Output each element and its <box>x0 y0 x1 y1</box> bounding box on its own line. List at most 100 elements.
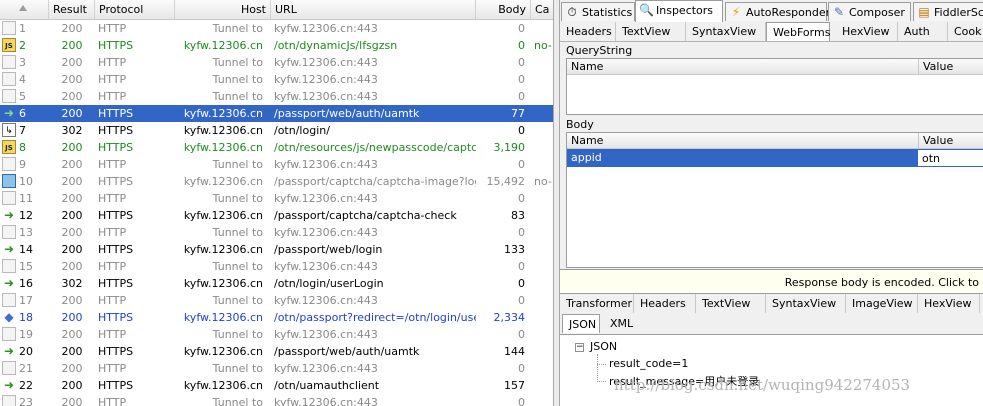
body-title: Body <box>566 118 594 131</box>
session-url: /otn/login/ <box>274 124 330 137</box>
body-col-value[interactable]: Value <box>919 133 983 149</box>
session-row[interactable]: ➜ 22 200 HTTPS kyfw.12306.cn/otn/uamauthclie… <box>0 377 553 394</box>
column-header-host[interactable]: Host <box>175 0 271 19</box>
session-host: Tunnel to <box>212 260 263 273</box>
tab-composer[interactable]: ✎ Composer <box>828 2 911 21</box>
session-row[interactable]: 11 200 HTTP Tunnel to kyfw.12306.cn:443 0 <box>0 190 553 207</box>
request-tab-webforms[interactable]: WebForms <box>766 22 830 41</box>
column-header-result[interactable]: Result <box>49 0 95 19</box>
session-protocol: HTTPS <box>98 175 134 188</box>
session-row[interactable]: 4 200 HTTP Tunnel to kyfw.12306.cn:443 0 <box>0 71 553 88</box>
session-caching <box>531 394 553 406</box>
session-row[interactable]: ➜ 12 200 HTTPS kyfw.12306.cn/passport/captch… <box>0 207 553 224</box>
request-tab-hexview[interactable]: HexView <box>836 22 898 41</box>
session-row[interactable]: ➜ 14 200 HTTPS kyfw.12306.cn/passport/web/lo… <box>0 241 553 258</box>
tab-statistics[interactable]: ⏱ Statistics <box>561 2 635 21</box>
request-tab-auth[interactable]: Auth <box>898 22 948 41</box>
session-protocol: HTTP <box>98 226 127 239</box>
response-tab-transformer[interactable]: Transformer <box>560 294 634 313</box>
tab-fiddlerscript[interactable]: ▤ FiddlerSc <box>913 2 983 21</box>
session-body-size: 0 <box>518 192 525 205</box>
session-result: 200 <box>61 107 83 120</box>
response-tab-textview[interactable]: TextView <box>696 294 766 313</box>
session-result: 200 <box>61 209 83 222</box>
querystring-grid[interactable]: Name Value <box>566 58 983 115</box>
response-tab-headers[interactable]: Headers <box>634 294 696 313</box>
session-row[interactable]: JS 2 200 HTTPS kyfw.12306.cn/otn/dynamicJs/l… <box>0 37 553 54</box>
response-tab-syntaxview[interactable]: SyntaxView <box>766 294 846 313</box>
session-protocol: HTTP <box>98 362 127 375</box>
body-row-value[interactable]: otn <box>917 149 983 167</box>
response-subtab-xml[interactable]: XML <box>604 314 644 333</box>
session-row[interactable]: 10 200 HTTPS kyfw.12306.cn/passport/captcha… <box>0 173 553 190</box>
session-protocol: HTTPS <box>98 277 134 290</box>
session-protocol: HTTP <box>98 158 127 171</box>
session-host: kyfw.12306.cn <box>183 345 263 358</box>
body-col-name[interactable]: Name <box>567 133 919 149</box>
session-row[interactable]: ➜ 20 200 HTTPS kyfw.12306.cn/passport/web/au… <box>0 343 553 360</box>
session-row[interactable]: 3 200 HTTP Tunnel to kyfw.12306.cn:443 0 <box>0 54 553 71</box>
session-row[interactable]: 1 200 HTTP Tunnel to kyfw.12306.cn:443 0 <box>0 20 553 37</box>
collapse-icon[interactable]: − <box>575 343 584 352</box>
column-header-protocol[interactable]: Protocol <box>95 0 175 19</box>
column-header-url[interactable]: URL <box>271 0 476 19</box>
session-row[interactable]: 9 200 HTTP Tunnel to kyfw.12306.cn:443 0 <box>0 156 553 173</box>
session-caching <box>531 309 553 326</box>
session-body-size: 0 <box>518 56 525 69</box>
session-row[interactable]: 19 200 HTTP Tunnel to kyfw.12306.cn:443 0 <box>0 326 553 343</box>
json-root[interactable]: JSON <box>590 340 617 353</box>
session-body-size: 0 <box>518 73 525 86</box>
session-number: 11 <box>19 192 33 205</box>
session-row[interactable]: ◆ 18 200 HTTPS kyfw.12306.cn/otn/passport?re… <box>0 309 553 326</box>
session-host: kyfw.12306.cn <box>183 243 263 256</box>
tab-autoresponder[interactable]: ⚡ AutoResponder <box>725 2 830 21</box>
session-row[interactable]: ➜ 16 302 HTTPS kyfw.12306.cn/otn/login/userL… <box>0 275 553 292</box>
column-header-number[interactable] <box>0 0 49 19</box>
session-result: 200 <box>61 39 83 52</box>
session-row[interactable]: ↳ 7 302 HTTPS kyfw.12306.cn/otn/login/0 <box>0 122 553 139</box>
session-row[interactable]: 23 200 HTTP Tunnel to kyfw.12306.cn:443 0 <box>0 394 553 406</box>
request-tab-headers[interactable]: Headers <box>560 22 616 41</box>
session-result: 200 <box>61 311 83 324</box>
querystring-col-value[interactable]: Value <box>919 59 983 75</box>
session-result: 200 <box>61 362 83 375</box>
splitter[interactable] <box>553 0 560 406</box>
session-list[interactable]: Result Protocol Host URL Body Ca 1 200 HTT… <box>0 0 553 406</box>
session-row[interactable]: 17 200 HTTP Tunnel to kyfw.12306.cn:443 0 <box>0 292 553 309</box>
session-caching: no- <box>534 39 552 52</box>
querystring-col-name[interactable]: Name <box>567 59 919 75</box>
session-caching <box>531 377 553 394</box>
session-protocol: HTTP <box>98 396 127 406</box>
response-tab-imageview[interactable]: ImageView <box>846 294 918 313</box>
session-url: kyfw.12306.cn:443 <box>274 90 378 103</box>
session-result: 200 <box>61 158 83 171</box>
body-row-name[interactable]: appid <box>567 149 917 167</box>
column-header-caching[interactable]: Ca <box>531 0 553 19</box>
response-tab-hexview[interactable]: HexView <box>918 294 980 313</box>
querystring-title: QueryString <box>566 44 633 57</box>
request-tab-textview[interactable]: TextView <box>616 22 686 41</box>
response-subtab-json[interactable]: JSON <box>562 314 600 333</box>
session-row[interactable]: JS 8 200 HTTPS kyfw.12306.cn/otn/resources/j… <box>0 139 553 156</box>
session-url: /otn/resources/js/newpasscode/captc... <box>274 141 476 154</box>
session-protocol: HTTPS <box>98 39 134 52</box>
session-row[interactable]: ➜ 6 200 HTTPS kyfw.12306.cn/passport/web/aut… <box>0 105 553 122</box>
session-url: /otn/login/userLogin <box>274 277 384 290</box>
session-row[interactable]: 5 200 HTTP Tunnel to kyfw.12306.cn:443 0 <box>0 88 553 105</box>
session-row[interactable]: 13 200 HTTP Tunnel to kyfw.12306.cn:443 0 <box>0 224 553 241</box>
body-grid[interactable]: Name Value appid otn <box>566 132 983 268</box>
session-host: kyfw.12306.cn <box>183 39 263 52</box>
session-result: 302 <box>61 277 83 290</box>
session-result: 200 <box>61 141 83 154</box>
encoded-notice[interactable]: Response body is encoded. Click to <box>560 269 983 294</box>
json-tree[interactable]: − JSON result_code=1 result_message=用户未登… <box>560 334 983 406</box>
session-row[interactable]: 15 200 HTTP Tunnel to kyfw.12306.cn:443 0 <box>0 258 553 275</box>
request-tab-cookies[interactable]: Cook <box>948 22 983 41</box>
response-tabbar: Transformer Headers TextView SyntaxView … <box>560 294 983 315</box>
column-header-body[interactable]: Body <box>476 0 531 19</box>
tab-inspectors[interactable]: 🔍 Inspectors <box>635 0 723 22</box>
json-item-result-code[interactable]: result_code=1 <box>609 357 688 370</box>
request-tab-syntaxview[interactable]: SyntaxView <box>686 22 766 41</box>
session-row[interactable]: 21 200 HTTP Tunnel to kyfw.12306.cn:443 0 <box>0 360 553 377</box>
session-protocol: HTTPS <box>98 243 134 256</box>
